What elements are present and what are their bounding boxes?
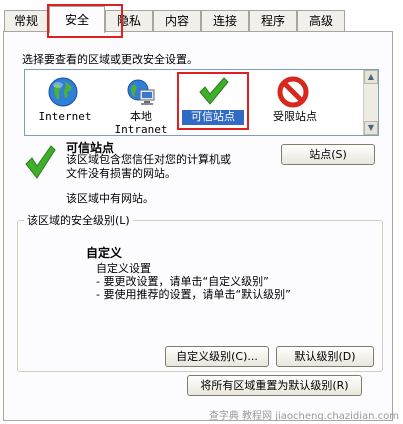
zone-intranet-label: 本地 Intranet bbox=[114, 110, 168, 136]
zone-info-sites-note: 该区域中有网站。 bbox=[66, 192, 154, 205]
zone-restricted-sites[interactable]: 受限站点 bbox=[257, 72, 333, 132]
globe-icon bbox=[47, 76, 79, 111]
tab-content[interactable]: 内容 bbox=[153, 10, 201, 31]
zone-list-scrollbar[interactable]: ▲ ▼ bbox=[363, 70, 378, 135]
security-level-desc-2: - 要更改设置，请单击“自定义级别” bbox=[96, 275, 269, 288]
zone-local-intranet[interactable]: 本地 Intranet bbox=[103, 72, 179, 136]
zone-internet[interactable]: Internet bbox=[27, 72, 103, 132]
scroll-up-arrow-icon[interactable]: ▲ bbox=[364, 70, 378, 84]
security-tab-highlight-box bbox=[47, 4, 123, 38]
trusted-checkmark-icon bbox=[24, 144, 56, 183]
tab-general[interactable]: 常规 bbox=[4, 10, 48, 31]
sites-button[interactable]: 站点(S) bbox=[281, 144, 375, 165]
security-level-group-title: 该区域的安全级别(L) bbox=[24, 212, 133, 228]
no-entry-icon bbox=[277, 76, 309, 111]
tab-connections[interactable]: 连接 bbox=[201, 10, 249, 31]
tab-programs[interactable]: 程序 bbox=[249, 10, 297, 31]
watermark: 查字典 教程网 jiaocheng.chazidian.com bbox=[208, 411, 399, 422]
security-level-desc-1: 自定义设置 bbox=[96, 262, 151, 275]
tab-advanced[interactable]: 高级 bbox=[297, 10, 345, 31]
custom-level-button[interactable]: 自定义级别(C)... bbox=[165, 346, 269, 367]
security-level-desc-3: - 要使用推荐的设置，请单击“默认级别” bbox=[96, 288, 291, 301]
security-level-name: 自定义 bbox=[86, 246, 123, 260]
zone-restricted-label: 受限站点 bbox=[273, 110, 317, 123]
reset-all-zones-button[interactable]: 将所有区域重置为默认级别(R) bbox=[187, 375, 362, 396]
zone-internet-label: Internet bbox=[38, 110, 92, 123]
scroll-down-arrow-icon[interactable]: ▼ bbox=[364, 121, 378, 135]
zone-instruction: 选择要查看的区域或更改安全设置。 bbox=[22, 53, 198, 66]
default-level-button[interactable]: 默认级别(D) bbox=[276, 346, 374, 367]
intranet-icon bbox=[125, 76, 157, 111]
trusted-zone-highlight-box bbox=[177, 72, 249, 130]
zone-info-description: 该区域包含您信任对您的计算机或 文件没有损害的网站。 bbox=[66, 153, 231, 180]
